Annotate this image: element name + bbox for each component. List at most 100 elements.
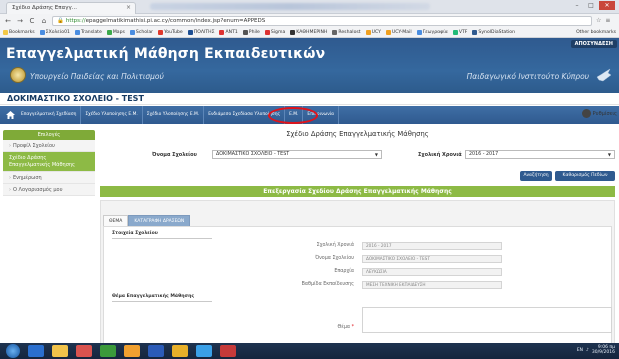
bookmark-item[interactable]: UCY-Mail	[385, 29, 412, 35]
nav-item-2[interactable]: Σχέδιο Υλοποίησης Ε.Μ.	[143, 106, 205, 124]
tab-actions[interactable]: ΚΑΤΑΓΡΑΦΗ ΔΡΑΣΕΩΝ	[128, 215, 191, 226]
maximize-icon[interactable]: □	[585, 1, 597, 10]
bookmark-label: SynolDiaStation	[478, 29, 515, 35]
volume-icon[interactable]: ♪	[586, 348, 589, 353]
pdf-icon[interactable]	[220, 345, 236, 357]
topic-textarea[interactable]	[362, 307, 612, 333]
url-scheme: https://	[65, 17, 86, 24]
bookmark-icon	[290, 29, 296, 35]
field-label-level: Βαθμίδα Εκπαίδευσης	[301, 282, 354, 287]
bookmark-item[interactable]: VTF	[452, 29, 467, 35]
bookmark-icon	[416, 29, 422, 35]
bookmarks-bar: Bookmarks ΣΧολείο01 Translate Maps Scholar Yo…	[0, 27, 619, 38]
star-icon[interactable]: ☆	[596, 17, 601, 24]
browser-tab[interactable]: Σχέδιο Δράσης Επαγγ... ×	[6, 2, 136, 14]
edit-panel: ΘΕΜΑ ΚΑΤΑΓΡΑΦΗ ΔΡΑΣΕΩΝ Στοιχεία Σχολείου…	[100, 200, 615, 356]
bookmark-item[interactable]: Phile	[242, 29, 260, 35]
clock-date: 30/9/2016	[591, 350, 615, 355]
bookmark-icon	[264, 29, 270, 35]
sidebar-item-profile[interactable]: › Προφίλ Σχολείου	[3, 140, 95, 152]
bookmark-label: Translate	[80, 29, 102, 35]
school-select[interactable]: ΔΟΚΙΜΑΣΤΙΚΟ ΣΧΟΛΕΙΟ - TEST ▼	[212, 150, 382, 159]
home-nav-icon[interactable]	[3, 108, 17, 122]
field-label-topic: Θέμα *	[254, 325, 354, 330]
bookmark-icon	[3, 29, 8, 35]
powerpoint-icon[interactable]	[76, 345, 92, 357]
menu-icon[interactable]: ≡	[605, 17, 610, 24]
tab-content: Στοιχεία Σχολείου Σχολική Χρονιά 2016 - …	[103, 226, 612, 354]
user-menu-label: Ρυθμίσεις	[592, 110, 617, 117]
bookmark-item[interactable]: Bookmarks	[3, 29, 35, 35]
window-close-icon[interactable]: ✕	[599, 1, 615, 10]
bookmark-icon	[385, 29, 391, 35]
user-menu[interactable]: Ρυθμίσεις	[581, 109, 617, 118]
word-icon[interactable]	[148, 345, 164, 357]
bookmark-item[interactable]: ΣΧολείο01	[39, 29, 70, 35]
forward-arrow-icon[interactable]: →	[16, 17, 24, 25]
site-title: Επαγγελματική Μάθηση Εκπαιδευτικών	[6, 46, 326, 62]
ministry-name: Υπουργείο Παιδείας και Πολιτισμού	[30, 72, 164, 81]
bookmark-item[interactable]: YouTube	[158, 29, 183, 35]
clock[interactable]: 9:06 πμ 30/9/2016	[592, 345, 615, 355]
nav-item-0[interactable]: Επαγγελματική Σχεδίαση	[17, 106, 82, 124]
bookmark-item[interactable]: Sigma	[264, 29, 286, 35]
bookmark-item[interactable]: Maps	[106, 29, 125, 35]
sidebar-item-label: Ενημέρωση	[13, 175, 42, 181]
bookmark-item[interactable]: ΠΟΛΙΤΗΣ	[187, 29, 214, 35]
search-button[interactable]: Αναζήτηση	[520, 171, 552, 181]
other-bookmarks[interactable]: Other bookmarks	[576, 30, 616, 35]
sidebar: Επιλογές › Προφίλ Σχολείου Σχέδιο Δράσης …	[3, 130, 95, 196]
back-arrow-icon[interactable]: ←	[4, 17, 12, 25]
nav-item-1[interactable]: Σχέδιο Υλοποίησης Ε.Μ.	[81, 106, 143, 124]
ie-icon[interactable]	[28, 345, 44, 357]
tab-list: ΘΕΜΑ ΚΑΤΑΓΡΑΦΗ ΔΡΑΣΕΩΝ	[103, 215, 191, 226]
bookmark-item[interactable]: ΑΝΤ1	[219, 29, 238, 35]
logout-button[interactable]: ΑΠΟΣΥΝΔΕΣΗ	[570, 40, 617, 48]
cyprus-map-icon	[596, 68, 612, 82]
start-button[interactable]	[6, 344, 20, 358]
tab-topic[interactable]: ΘΕΜΑ	[103, 215, 129, 226]
excel-icon[interactable]	[100, 345, 116, 357]
home-icon[interactable]: ⌂	[40, 17, 48, 25]
bookmark-icon	[332, 29, 338, 35]
bookmark-label: Reshalost	[338, 29, 361, 35]
bookmark-icon	[187, 29, 193, 35]
year-select-label: Σχολική Χρονιά	[418, 152, 462, 158]
folder-icon[interactable]	[52, 345, 68, 357]
bookmark-item[interactable]: ΚΑΘΗΜΕΡΙΝΗ	[290, 29, 327, 35]
chrome-icon[interactable]	[172, 345, 188, 357]
app-icon[interactable]	[196, 345, 212, 357]
chevron-right-icon: ›	[9, 143, 11, 149]
clear-fields-button[interactable]: Καθαρισμός Πεδίων	[555, 171, 615, 181]
sidebar-item-account[interactable]: › Ο Λογαριασμός μου	[3, 184, 95, 196]
bookmark-item[interactable]: Reshalost	[332, 29, 361, 35]
bookmark-item[interactable]: UCY	[365, 29, 381, 35]
bookmark-icon	[219, 29, 225, 35]
language-indicator[interactable]: EN	[577, 348, 583, 353]
field-label-district: Επαρχία	[334, 269, 354, 274]
bookmark-label: Sigma	[270, 29, 286, 35]
bookmark-icon	[365, 29, 371, 35]
bookmark-icon	[242, 29, 248, 35]
field-year: 2016 - 2017	[362, 242, 502, 250]
cyprus-emblem-icon	[10, 67, 26, 83]
field-label-year: Σχολική Χρονιά	[316, 243, 354, 248]
bookmark-item[interactable]: Translate	[74, 29, 102, 35]
bookmark-item[interactable]: Scholar	[129, 29, 153, 35]
school-select-value: ΔΟΚΙΜΑΣΤΙΚΟ ΣΧΟΛΕΙΟ - TEST	[216, 152, 290, 157]
year-select-value: 2016 - 2017	[469, 152, 499, 157]
tab-close-icon[interactable]: ×	[126, 4, 131, 11]
outlook-icon[interactable]	[124, 345, 140, 357]
sidebar-item-label: Σχέδιο Δράσης	[9, 155, 47, 161]
sidebar-item-update[interactable]: › Ενημέρωση	[3, 172, 95, 184]
school-details-heading: Στοιχεία Σχολείου	[112, 231, 158, 236]
year-select[interactable]: 2016 - 2017 ▼	[465, 150, 615, 159]
bookmark-item[interactable]: Γεωγραφία	[416, 29, 448, 35]
chevron-down-icon: ▼	[607, 152, 611, 157]
reload-icon[interactable]: C	[28, 17, 36, 25]
minimize-icon[interactable]: –	[571, 1, 583, 10]
url-input[interactable]: 🔒 https://epaggelmatikimathisi.pi.ac.cy/c…	[52, 15, 592, 26]
window-controls: – □ ✕	[571, 1, 615, 10]
sidebar-item-action-plan[interactable]: Σχέδιο Δράσης Επαγγελματικής Μάθησης	[3, 152, 95, 172]
bookmark-item[interactable]: SynolDiaStation	[472, 29, 515, 35]
